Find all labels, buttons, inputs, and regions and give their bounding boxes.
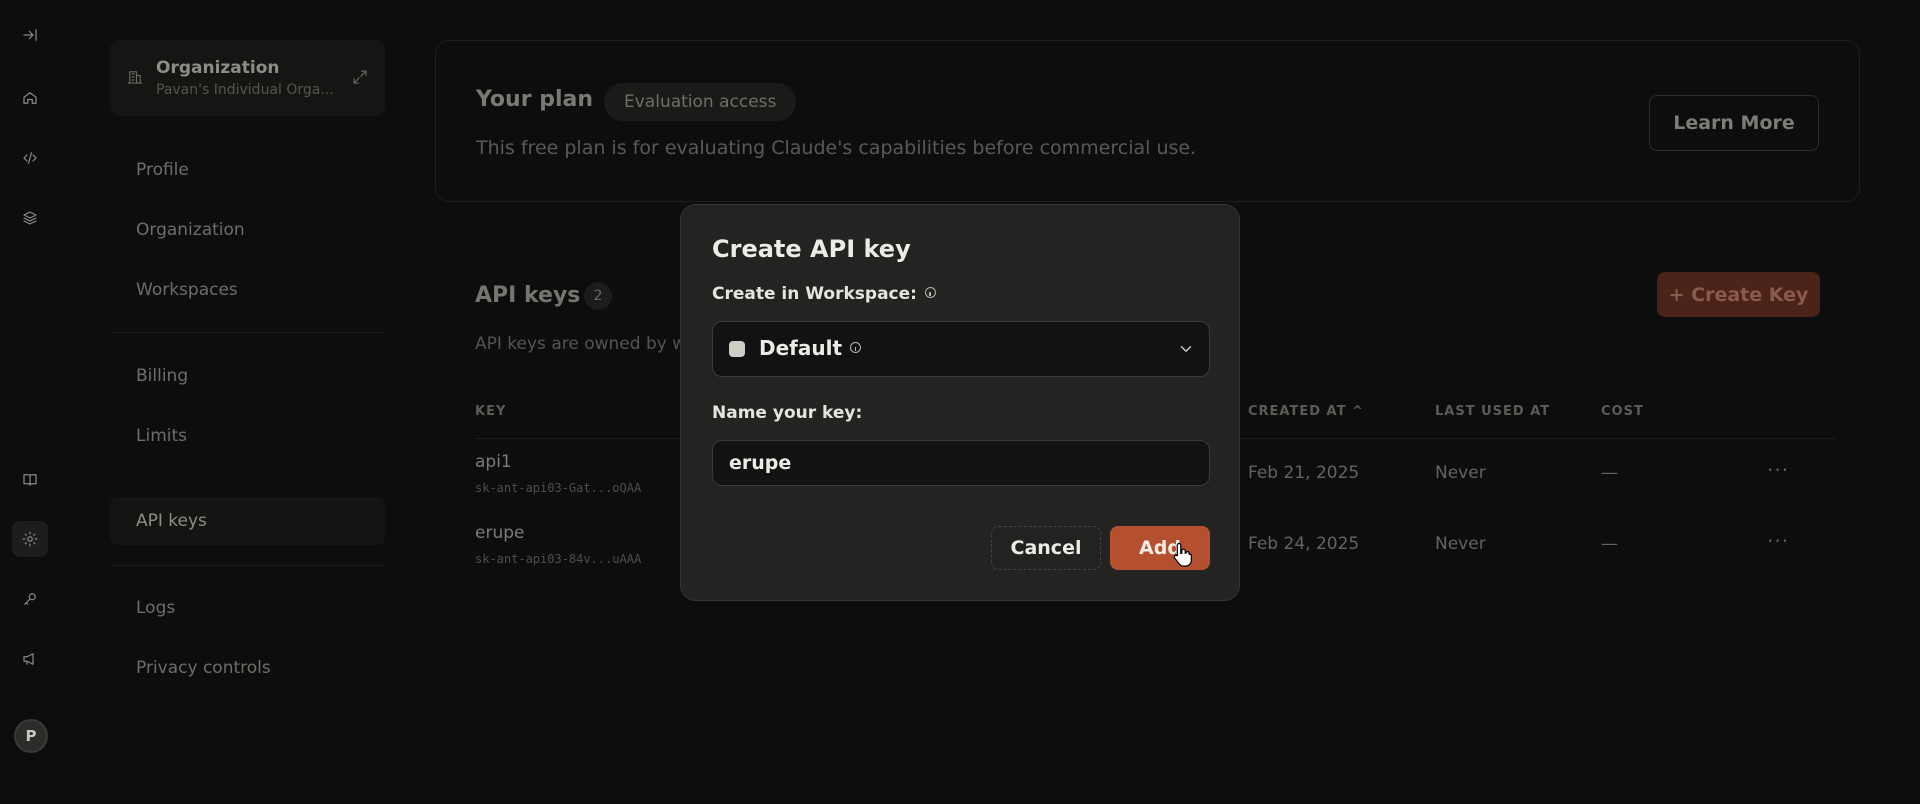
more-options-icon[interactable]: ··· xyxy=(1767,529,1789,553)
key-name: erupe xyxy=(475,523,525,543)
column-header-cost: COST xyxy=(1601,404,1644,419)
megaphone-icon[interactable] xyxy=(12,641,48,677)
api-keys-description: API keys are owned by w xyxy=(475,334,687,354)
nav-item-workspaces[interactable]: Workspaces xyxy=(110,266,385,314)
more-options-icon[interactable]: ··· xyxy=(1767,458,1789,482)
cost-cell: — xyxy=(1601,463,1618,483)
chevron-down-icon xyxy=(1177,340,1195,358)
org-subtitle: Pavan's Individual Orga... xyxy=(156,82,334,98)
workspace-color-swatch xyxy=(729,341,745,357)
last-used-cell: Never xyxy=(1435,463,1486,483)
plan-card: Your plan Evaluation access This free pl… xyxy=(435,40,1860,202)
info-icon[interactable] xyxy=(924,286,936,298)
avatar[interactable]: P xyxy=(14,719,48,753)
cancel-button[interactable]: Cancel xyxy=(991,526,1101,570)
org-title: Organization xyxy=(156,58,280,78)
nav-item-profile[interactable]: Profile xyxy=(110,146,385,194)
key-name-input[interactable] xyxy=(712,440,1210,486)
created-at-cell: Feb 21, 2025 xyxy=(1248,463,1360,483)
organization-switcher[interactable]: Organization Pavan's Individual Orga... xyxy=(110,40,385,116)
dialog-title: Create API key xyxy=(712,235,911,263)
workspace-selected-value: Default xyxy=(759,336,862,360)
workspace-select[interactable]: Default xyxy=(712,321,1210,377)
hand-cursor-icon xyxy=(1173,542,1192,567)
key-value: sk-ant-api03-Gat...oQAA xyxy=(475,481,642,495)
nav-item-privacy-controls[interactable]: Privacy controls xyxy=(110,644,385,692)
plan-description: This free plan is for evaluating Claude'… xyxy=(476,137,1197,159)
key-name: api1 xyxy=(475,452,512,472)
nav-item-organization[interactable]: Organization xyxy=(110,206,385,254)
key-value: sk-ant-api03-84v...uAAA xyxy=(475,552,642,566)
nav-divider xyxy=(110,565,385,566)
book-icon[interactable] xyxy=(12,462,48,498)
nav-divider xyxy=(110,332,385,333)
nav-item-billing[interactable]: Billing xyxy=(110,352,385,400)
expand-icon[interactable] xyxy=(351,68,369,86)
layers-icon[interactable] xyxy=(12,200,48,236)
workspace-label: Create in Workspace: xyxy=(712,284,936,304)
cost-cell: — xyxy=(1601,534,1618,554)
column-header-last-used-at: LAST USED AT xyxy=(1435,404,1551,419)
icon-rail: P xyxy=(0,0,60,804)
nav-item-limits[interactable]: Limits xyxy=(110,412,385,460)
column-header-created-at[interactable]: CREATED AT ^ xyxy=(1248,404,1364,419)
workspace-value-text: Default xyxy=(759,336,843,360)
create-key-button[interactable]: + Create Key xyxy=(1657,272,1820,317)
api-keys-title: API keys xyxy=(475,283,581,308)
key-name-label: Name your key: xyxy=(712,403,863,423)
nav-item-logs[interactable]: Logs xyxy=(110,584,385,632)
learn-more-button[interactable]: Learn More xyxy=(1649,95,1819,151)
create-api-key-dialog: Create API key Create in Workspace: Defa… xyxy=(680,204,1240,601)
plan-title: Your plan xyxy=(476,87,593,112)
collapse-icon[interactable] xyxy=(12,17,48,53)
nav-item-api-keys[interactable]: API keys xyxy=(110,497,385,545)
last-used-cell: Never xyxy=(1435,534,1486,554)
workspace-label-text: Create in Workspace: xyxy=(712,284,917,304)
column-header-key: KEY xyxy=(475,404,507,419)
home-icon[interactable] xyxy=(12,80,48,116)
plan-badge: Evaluation access xyxy=(604,83,797,121)
code-icon[interactable] xyxy=(12,140,48,176)
gear-icon[interactable] xyxy=(12,521,48,557)
add-button[interactable]: Add xyxy=(1110,526,1210,570)
api-keys-count-badge: 2 xyxy=(584,282,612,310)
building-icon xyxy=(126,68,144,86)
created-at-cell: Feb 24, 2025 xyxy=(1248,534,1360,554)
info-icon[interactable] xyxy=(850,342,862,353)
key-icon[interactable] xyxy=(12,581,48,617)
